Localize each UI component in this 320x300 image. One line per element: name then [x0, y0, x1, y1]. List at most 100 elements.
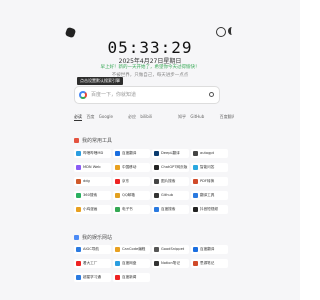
- site-card[interactable]: 看大工厂: [74, 259, 111, 268]
- site-card[interactable]: 百度网盘: [113, 259, 150, 268]
- quick-tabs: 必读百度Google必应bilibili知乎GitHub百度翻译微信公众号百度云…: [74, 114, 234, 122]
- moon-icon[interactable]: [228, 27, 236, 35]
- site-icon: [193, 246, 198, 252]
- site-card[interactable]: 百度翻译: [113, 149, 150, 158]
- site-label: 思源笔记: [200, 261, 215, 265]
- site-label: 小鸡漫画: [83, 207, 98, 211]
- site-card[interactable]: 翻译工具: [191, 191, 228, 200]
- search-engine-icon[interactable]: [79, 91, 87, 99]
- site-label: Notion笔记: [161, 261, 180, 265]
- site-icon: [193, 192, 198, 198]
- site-icon: [154, 164, 159, 170]
- site-label: 翻译工具: [200, 193, 215, 197]
- search-icon[interactable]: [209, 92, 214, 97]
- site-icon: [154, 260, 159, 266]
- logo-icon[interactable]: [64, 26, 77, 39]
- site-icon: [193, 150, 198, 156]
- site-label: Github: [161, 193, 174, 197]
- site-icon: [154, 206, 159, 212]
- search-box: 百度一下，你就知道: [74, 86, 220, 104]
- site-icon: [193, 206, 198, 212]
- site-label: 百度翻译: [200, 247, 215, 251]
- site-icon: [115, 192, 120, 198]
- site-label: 百度搜索: [161, 207, 176, 211]
- site-label: 抖音短视频: [200, 207, 218, 211]
- tab-4[interactable]: bilibili: [140, 114, 152, 120]
- site-card[interactable]: 哔哩哔哩MD: [74, 149, 111, 158]
- site-icon: [115, 178, 120, 184]
- site-label: 看大工厂: [83, 261, 98, 265]
- page: 05:33:29 2025年4月27日星期日 早上好！新的一天开始了，希望你今天…: [0, 0, 300, 300]
- section-title-tools: 我的常用工具: [74, 137, 112, 144]
- site-card[interactable]: 百度翻译: [191, 245, 228, 254]
- site-icon: [76, 164, 81, 170]
- motto-text: 不被世界，只做自己，每天进步一点点: [111, 73, 189, 78]
- site-label: 百度网盘: [122, 261, 137, 265]
- site-label: DeepL翻译: [161, 151, 180, 155]
- site-card[interactable]: 小鸡漫画: [74, 205, 111, 214]
- site-icon: [115, 164, 120, 170]
- site-label: MDN Web: [83, 165, 101, 169]
- site-icon: [115, 206, 120, 212]
- site-icon: [193, 178, 198, 184]
- site-card[interactable]: 抖音短视频: [191, 205, 228, 214]
- site-label: 智能问答: [200, 165, 215, 169]
- site-label: QQ邮箱: [122, 193, 135, 197]
- site-card[interactable]: 360搜索: [74, 191, 111, 200]
- site-card[interactable]: 智能问答: [191, 163, 228, 172]
- site-label: 图片搜索: [161, 179, 176, 183]
- site-card[interactable]: GoodSnippet: [152, 245, 189, 254]
- site-card[interactable]: MDN Web: [74, 163, 111, 172]
- site-icon: [193, 260, 198, 266]
- site-icon: [115, 150, 120, 156]
- site-card[interactable]: QQ邮箱: [113, 191, 150, 200]
- tab-3[interactable]: 必应: [128, 114, 136, 120]
- tab-0[interactable]: 必读: [74, 114, 82, 121]
- site-label: autogpt: [200, 151, 215, 155]
- fun-icon: [74, 235, 79, 240]
- site-card[interactable]: Notion笔记: [152, 259, 189, 268]
- site-icon: [76, 192, 81, 198]
- header: [0, 0, 300, 39]
- site-card[interactable]: 超星学习通: [74, 273, 111, 282]
- site-card[interactable]: 中国移动: [113, 163, 150, 172]
- site-label: 百度新闻: [122, 275, 137, 279]
- site-icon: [154, 150, 159, 156]
- site-card[interactable]: 图片搜索: [152, 177, 189, 186]
- site-card[interactable]: DeepL翻译: [152, 149, 189, 158]
- search-input[interactable]: 百度一下，你就知道: [91, 87, 136, 103]
- site-icon: [115, 274, 120, 280]
- site-card[interactable]: 百度搜索: [152, 205, 189, 214]
- site-icon: [154, 246, 159, 252]
- site-icon: [76, 260, 81, 266]
- tab-5[interactable]: 知乎: [178, 114, 186, 120]
- site-card[interactable]: 京东: [113, 177, 150, 186]
- site-label: 百度翻译: [122, 151, 137, 155]
- site-card[interactable]: ddg: [74, 177, 111, 186]
- site-label: ddg: [83, 179, 90, 183]
- site-icon: [76, 274, 81, 280]
- tab-7[interactable]: 百度翻译: [220, 114, 234, 120]
- tab-2[interactable]: Google: [99, 114, 113, 120]
- site-card[interactable]: ChatGPT网页版: [152, 163, 189, 172]
- site-card[interactable]: 电子书: [113, 205, 150, 214]
- tools-icon: [74, 138, 79, 143]
- site-label: GoodSnippet: [161, 247, 185, 251]
- site-card[interactable]: 百度新闻: [113, 273, 150, 282]
- site-label: CanCode编程: [122, 247, 146, 251]
- site-label: ChatGPT网页版: [161, 165, 188, 169]
- tab-1[interactable]: 百度: [86, 114, 94, 120]
- site-label: AIGC导航: [83, 247, 99, 251]
- site-icon: [76, 178, 81, 184]
- tab-6[interactable]: GitHub: [190, 114, 204, 120]
- site-icon: [154, 192, 159, 198]
- site-icon: [76, 206, 81, 212]
- engine-tooltip: 点击设置默认搜索引擎: [77, 77, 123, 85]
- site-card[interactable]: PDF转换: [191, 177, 228, 186]
- site-card[interactable]: autogpt: [191, 149, 228, 158]
- site-card[interactable]: CanCode编程: [113, 245, 150, 254]
- site-card[interactable]: AIGC导航: [74, 245, 111, 254]
- site-card[interactable]: 思源笔记: [191, 259, 228, 268]
- github-icon[interactable]: [216, 27, 226, 37]
- site-card[interactable]: Github: [152, 191, 189, 200]
